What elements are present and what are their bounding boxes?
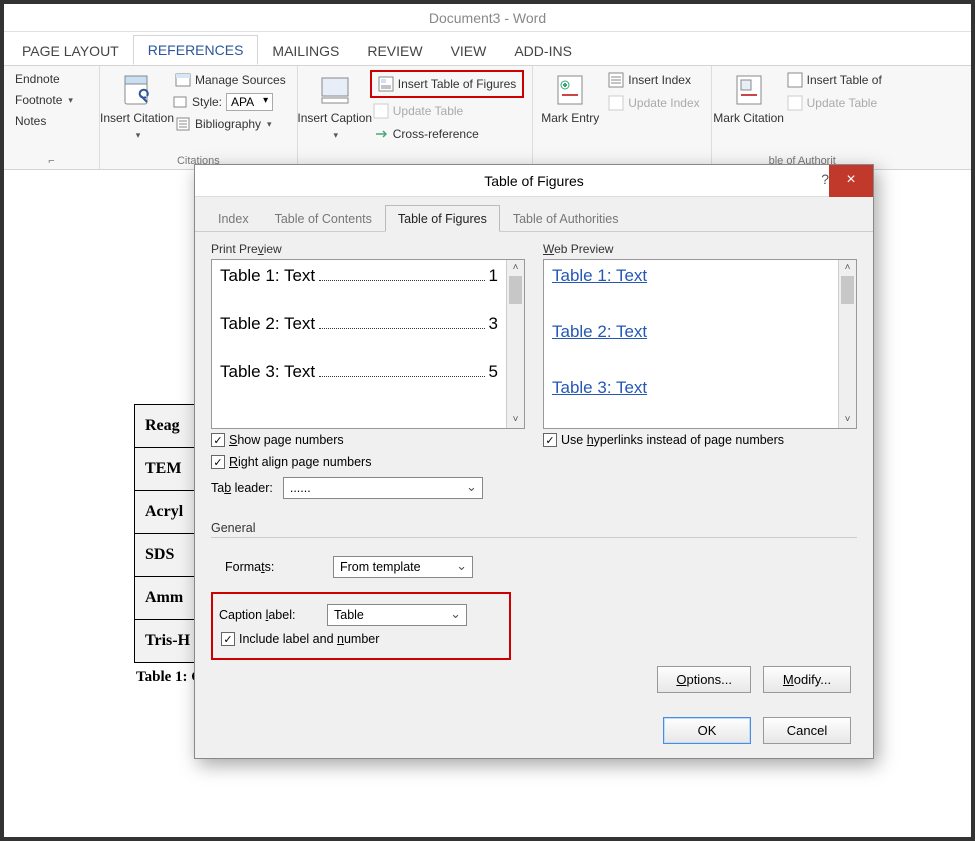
- right-align-checkbox[interactable]: ✓Right align page numbers: [211, 455, 525, 469]
- caption-label-highlight: Caption label: Table ✓Include label and …: [211, 592, 511, 660]
- include-label-checkbox[interactable]: ✓Include label and number: [221, 632, 503, 646]
- dialog-tab-toc[interactable]: Table of Contents: [262, 205, 385, 231]
- dialog-close-button[interactable]: ×: [829, 165, 873, 197]
- table-row[interactable]: Reag: [135, 405, 201, 448]
- tab-addins[interactable]: ADD-INS: [500, 37, 586, 65]
- insert-index-button[interactable]: Insert Index: [605, 70, 702, 90]
- update-tof-button: Update Table: [370, 101, 525, 121]
- mark-entry-icon: [552, 72, 588, 108]
- update-index-icon: [608, 95, 624, 111]
- dialog-tab-strip: Index Table of Contents Table of Figures…: [195, 197, 873, 232]
- tab-review[interactable]: REVIEW: [353, 37, 436, 65]
- table-row[interactable]: Amm: [135, 577, 201, 620]
- manage-sources-button[interactable]: Manage Sources: [172, 70, 289, 90]
- table-row[interactable]: TEM: [135, 448, 201, 491]
- ribbon-tab-strip: PAGE LAYOUT REFERENCES MAILINGS REVIEW V…: [4, 32, 971, 66]
- sources-icon: [175, 72, 191, 88]
- citation-icon: [119, 72, 155, 108]
- web-preview-label: Web Preview: [543, 242, 857, 256]
- caption-label-select[interactable]: Table: [327, 604, 467, 626]
- dialog-tab-index[interactable]: Index: [205, 205, 262, 231]
- modify-button[interactable]: Modify...: [763, 666, 851, 693]
- tof-icon: [378, 76, 394, 92]
- tab-mailings[interactable]: MAILINGS: [258, 37, 353, 65]
- cancel-button[interactable]: Cancel: [763, 717, 851, 744]
- dialog-title: Table of Figures: [484, 173, 584, 189]
- tab-page-layout[interactable]: PAGE LAYOUT: [8, 37, 133, 65]
- insert-caption-button[interactable]: Insert Caption: [306, 70, 364, 142]
- table-row[interactable]: Tris-H: [135, 620, 201, 663]
- dialog-tab-toa[interactable]: Table of Authorities: [500, 205, 632, 231]
- print-preview-scrollbar[interactable]: ˄˅: [506, 260, 524, 428]
- web-preview-link: Table 1: Text: [552, 266, 830, 286]
- ribbon: Endnote Footnote Notes ⌐ Insert Citation: [4, 66, 971, 170]
- crossref-icon: [373, 126, 389, 142]
- web-preview-scrollbar[interactable]: ˄˅: [838, 260, 856, 428]
- update-toa-button: Update Table: [784, 93, 885, 113]
- next-footnote-button[interactable]: Footnote: [12, 91, 76, 109]
- insert-table-of-figures-button[interactable]: Insert Table of Figures: [370, 70, 525, 98]
- bibliography-button[interactable]: Bibliography: [172, 114, 289, 134]
- print-preview-box: Table 1: Text1 Table 2: Text3 Table 3: T…: [211, 259, 525, 429]
- print-preview-item: Table 3: Text5: [220, 362, 498, 382]
- insert-endnote-button[interactable]: Endnote: [12, 70, 63, 88]
- index-icon: [608, 72, 624, 88]
- formats-select[interactable]: From template: [333, 556, 473, 578]
- tab-leader-select[interactable]: ......: [283, 477, 483, 499]
- use-hyperlinks-checkbox[interactable]: ✓Use hyperlinks instead of page numbers: [543, 433, 857, 447]
- web-preview-box: Table 1: Text Table 2: Text Table 3: Tex…: [543, 259, 857, 429]
- print-preview-item: Table 1: Text1: [220, 266, 498, 286]
- mark-citation-icon: [731, 72, 767, 108]
- close-icon: ×: [846, 171, 855, 188]
- table-of-figures-dialog: Table of Figures ? × Index Table of Cont…: [194, 164, 874, 759]
- web-preview-link: Table 2: Text: [552, 322, 830, 342]
- bibliography-icon: [175, 116, 191, 132]
- window-title: Document3 - Word: [4, 4, 971, 32]
- caption-icon: [317, 72, 353, 108]
- citation-style-select[interactable]: APA: [226, 93, 273, 111]
- update-toa-icon: [787, 95, 803, 111]
- dialog-help-button[interactable]: ?: [821, 171, 829, 187]
- table-row[interactable]: Acryl: [135, 491, 201, 534]
- show-notes-button[interactable]: Notes: [12, 112, 49, 130]
- update-icon: [373, 103, 389, 119]
- web-preview-link: Table 3: Text: [552, 378, 830, 398]
- formats-label: Formats:: [225, 560, 321, 574]
- insert-toa-button[interactable]: Insert Table of: [784, 70, 885, 90]
- options-button[interactable]: Options...: [657, 666, 751, 693]
- tab-references[interactable]: REFERENCES: [133, 35, 259, 65]
- document-table[interactable]: Reag TEM Acryl SDS Amm Tris-H: [134, 404, 201, 663]
- cross-reference-button[interactable]: Cross-reference: [370, 124, 525, 144]
- tab-view[interactable]: VIEW: [437, 37, 501, 65]
- mark-entry-button[interactable]: Mark Entry: [541, 70, 599, 128]
- footnotes-group-launcher[interactable]: ⌐: [12, 155, 91, 167]
- toa-icon: [787, 72, 803, 88]
- table-row[interactable]: SDS: [135, 534, 201, 577]
- show-page-numbers-checkbox[interactable]: ✓Show page numbers: [211, 433, 525, 447]
- style-icon: [172, 94, 188, 110]
- mark-citation-button[interactable]: Mark Citation: [720, 70, 778, 128]
- print-preview-label: Print Preview: [211, 242, 525, 256]
- general-section-label: General: [211, 521, 857, 538]
- update-index-button: Update Index: [605, 93, 702, 113]
- tab-leader-label: Tab leader:: [211, 481, 273, 495]
- dialog-tab-tof[interactable]: Table of Figures: [385, 205, 500, 232]
- style-label: Style:: [192, 95, 222, 109]
- insert-citation-button[interactable]: Insert Citation: [108, 70, 166, 142]
- ok-button[interactable]: OK: [663, 717, 751, 744]
- print-preview-item: Table 2: Text3: [220, 314, 498, 334]
- caption-label-label: Caption label:: [219, 608, 315, 622]
